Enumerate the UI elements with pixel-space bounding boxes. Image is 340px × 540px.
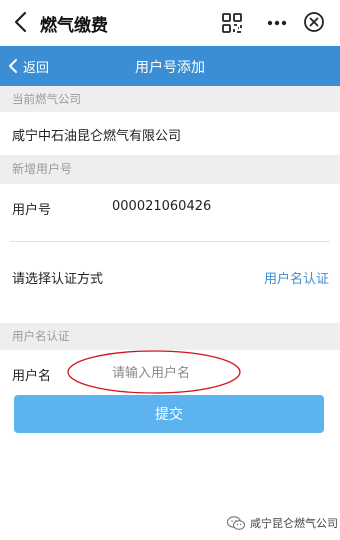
app-top-bar: 燃气缴费 (0, 0, 340, 46)
account-number-value[interactable]: 000021060426 (112, 199, 211, 214)
account-number-label: 用户号 (12, 203, 52, 218)
app-title: 燃气缴费 (40, 16, 108, 36)
section-header-account: 新增用户号 (0, 155, 340, 184)
back-arrow-icon[interactable] (10, 10, 32, 34)
scan-icon[interactable] (221, 12, 243, 34)
close-icon[interactable] (303, 11, 325, 33)
auth-method-prompt: 请选择认证方式 (12, 272, 104, 287)
nav-bar: 返回 用户号添加 (0, 46, 340, 86)
username-input[interactable] (70, 359, 240, 387)
section-header-username: 用户名认证 (0, 323, 340, 350)
username-label: 用户名 (12, 369, 52, 384)
divider (10, 241, 330, 242)
section-header-company: 当前燃气公司 (0, 86, 340, 112)
company-name: 咸宁中石油昆仑燃气有限公司 (12, 129, 182, 144)
more-icon[interactable] (266, 13, 288, 33)
page-title: 用户号添加 (135, 60, 205, 76)
wechat-icon (226, 516, 246, 530)
submit-button[interactable]: 提交 (14, 395, 324, 433)
watermark-text: 咸宁昆仑燃气公司 (250, 517, 338, 530)
auth-method-selector[interactable]: 用户名认证 (264, 268, 329, 287)
watermark: 咸宁昆仑燃气公司 (226, 515, 338, 531)
